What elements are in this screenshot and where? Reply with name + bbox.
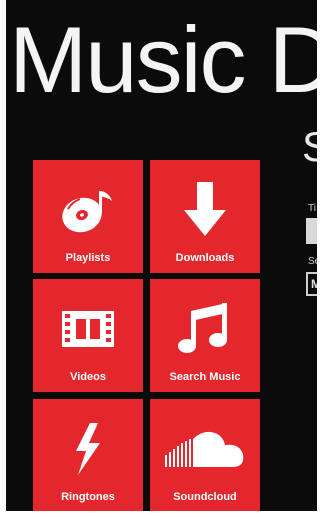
tile-downloads[interactable]: Downloads [150,160,260,273]
tile-label: Soundcloud [173,491,237,503]
disc-music-icon [33,180,143,240]
next-panel-select[interactable]: M [306,272,317,296]
tile-label: Search Music [169,371,241,383]
app-screen: Music D S Ti Se M Playlists Downlo [6,0,317,511]
tile-label: Videos [70,371,106,383]
tile-soundcloud[interactable]: Soundcloud [150,399,260,511]
tile-ringtones[interactable]: Ringtones [33,399,143,511]
next-panel-input[interactable] [306,218,317,244]
next-panel-label-title: Ti [308,203,316,214]
section-title: S [302,123,317,170]
tile-label: Downloads [175,252,235,264]
download-arrow-icon [150,180,260,240]
next-panel-label-search: Se [308,256,317,267]
tile-label: Playlists [65,252,111,264]
soundcloud-icon [150,419,260,479]
tile-videos[interactable]: Videos [33,279,143,392]
tile-playlists[interactable]: Playlists [33,160,143,273]
lightning-icon [33,419,143,479]
music-note-icon [150,299,260,359]
app-title: Music D [9,7,317,112]
tile-search-music[interactable]: Search Music [150,279,260,392]
tile-label: Ringtones [61,491,115,503]
film-strip-icon [33,299,143,359]
